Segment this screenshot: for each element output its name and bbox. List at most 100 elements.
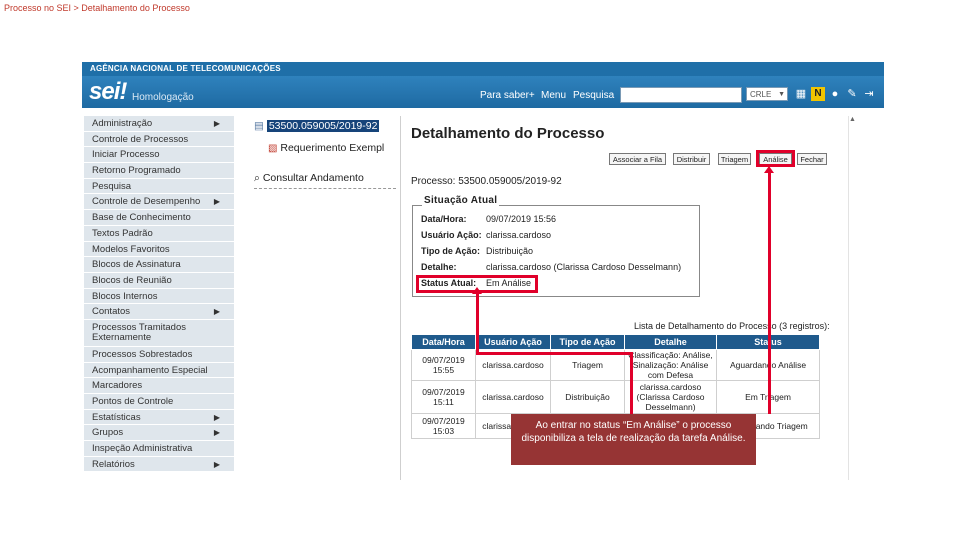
situation-value: clarissa.cardoso (Clarissa Cardoso Desse… <box>486 262 682 272</box>
distribuir-button[interactable]: Distribuir <box>673 153 710 165</box>
table-row: 09/07/2019 15:11 clarissa.cardoso Distri… <box>411 380 820 414</box>
situation-key: Detalhe: <box>421 262 457 272</box>
sidebar-item-label: Estatísticas <box>92 411 141 423</box>
sidebar-item-grupos[interactable]: Grupos ▶ <box>84 425 234 442</box>
process-label: Processo: <box>411 176 456 187</box>
sidebar-item-inspecao[interactable]: Inspeção Administrativa <box>84 441 234 457</box>
sidebar-item-pontos-controle[interactable]: Pontos de Controle <box>84 394 234 410</box>
sidebar-item-processos-tramitados[interactable]: Processos Tramitados Externamente <box>84 319 234 347</box>
tree-document-node[interactable]: ▧ Requerimento Exempl <box>254 142 396 164</box>
slide-title: Processo no SEI > Detalhamento do Proces… <box>4 3 190 13</box>
sidebar-item-label: Grupos <box>92 427 124 439</box>
tools-icon[interactable]: ✎ <box>845 87 859 101</box>
situation-key: Usuário Ação: <box>421 230 482 240</box>
sidebar-item-iniciar-processo[interactable]: Iniciar Processo <box>84 147 234 164</box>
sidebar-item-acompanhamento-especial[interactable]: Acompanhamento Especial <box>84 362 234 379</box>
list-caption: Lista de Detalhamento do Processo (3 reg… <box>634 321 830 331</box>
content-scrollbar[interactable] <box>848 116 859 480</box>
tree-consult-node[interactable]: ⌕ Consultar Andamento <box>254 172 396 194</box>
tree-consult-label[interactable]: Consultar Andamento <box>263 172 364 184</box>
sidebar-item-label: Controle de Processos <box>92 133 189 145</box>
sidebar-item-label: Blocos de Reunião <box>92 274 172 286</box>
sidebar-menu: Administração ▶ Controle de Processos Ini… <box>84 116 234 473</box>
column-header: Tipo de Ação <box>550 334 625 350</box>
tree-process-node[interactable]: ▤ 53500.059005/2019-92 <box>254 120 396 142</box>
associar-fila-button[interactable]: Associar a Fila <box>609 153 666 165</box>
column-header: Detalhe <box>624 334 717 350</box>
agency-name: AGÊNCIA NACIONAL DE TELECOMUNICAÇÕES <box>90 64 281 73</box>
sidebar-item-contatos[interactable]: Contatos ▶ <box>84 304 234 320</box>
arrow-up-icon <box>764 166 774 173</box>
pdf-document-icon: ▧ <box>268 143 278 154</box>
sidebar-item-processos-sobrestados[interactable]: Processos Sobrestados <box>84 346 234 363</box>
sidebar-item-base-conhecimento[interactable]: Base de Conhecimento <box>84 210 234 226</box>
sidebar-item-controle-processos[interactable]: Controle de Processos <box>84 131 234 148</box>
sidebar-item-label: Retorno Programado <box>92 165 181 177</box>
sidebar-item-label: Processos Tramitados Externamente <box>92 321 186 343</box>
search-input[interactable] <box>620 87 742 103</box>
sidebar-item-label: Controle de Desempenho <box>92 196 201 208</box>
grid-icon[interactable]: ▦ <box>794 87 808 101</box>
sidebar-item-label: Blocos Internos <box>92 290 158 302</box>
table-cell: clarissa.cardoso (Clarissa Cardoso Desse… <box>624 380 717 414</box>
sidebar-item-blocos-assinatura[interactable]: Blocos de Assinatura <box>84 257 234 273</box>
notification-icon[interactable]: N <box>811 87 825 101</box>
situation-key: Data/Hora: <box>421 214 467 224</box>
fechar-button[interactable]: Fechar <box>797 153 827 165</box>
sidebar-item-label: Blocos de Assinatura <box>92 259 181 271</box>
user-icon[interactable]: ● <box>828 87 842 101</box>
exit-icon[interactable]: ⇥ <box>862 87 876 101</box>
table-cell: Classificação: Análise, Sinalização: Aná… <box>624 349 717 381</box>
connector-line-down <box>630 352 633 414</box>
table-cell: Distribuição <box>550 380 625 414</box>
org-unit-select[interactable]: CRLE ▼ <box>746 87 788 101</box>
chevron-right-icon: ▶ <box>213 119 220 128</box>
org-unit-value: CRLE <box>750 90 772 99</box>
table-cell: 09/07/2019 15:55 <box>411 349 476 381</box>
sidebar-item-label: Pesquisa <box>92 180 132 192</box>
agency-band: AGÊNCIA NACIONAL DE TELECOMUNICAÇÕES <box>82 62 884 76</box>
link-pesquisa[interactable]: Pesquisa <box>573 90 614 101</box>
chevron-right-icon: ▶ <box>213 197 220 207</box>
sidebar-item-marcadores[interactable]: Marcadores <box>84 378 234 394</box>
sidebar-item-blocos-internos[interactable]: Blocos Internos <box>84 288 234 305</box>
sidebar-item-label: Modelos Favoritos <box>92 243 170 255</box>
sidebar-item-pesquisa[interactable]: Pesquisa <box>84 178 234 195</box>
triagem-button[interactable]: Triagem <box>718 153 751 165</box>
arrow-up-icon <box>472 287 482 294</box>
table-cell: clarissa.cardoso <box>475 380 551 414</box>
sidebar-item-label: Acompanhamento Especial <box>92 364 208 376</box>
page-title: Detalhamento do Processo <box>411 125 605 142</box>
connector-line-horizontal <box>476 352 633 355</box>
situation-value: clarissa.cardoso <box>486 230 552 240</box>
tree-process-number[interactable]: 53500.059005/2019-92 <box>266 120 380 132</box>
folder-icon: ▤ <box>254 120 264 132</box>
analise-button-highlight <box>756 150 795 167</box>
sidebar-item-label: Administração <box>92 118 153 129</box>
sidebar-item-controle-desempenho[interactable]: Controle de Desempenho ▶ <box>84 194 234 211</box>
magnifier-icon: ⌕ <box>254 172 260 184</box>
process-tree: ▤ 53500.059005/2019-92 ▧ Requerimento Ex… <box>254 120 396 194</box>
tree-document-label[interactable]: Requerimento Exempl <box>280 142 384 154</box>
column-header: Data/Hora <box>411 334 476 350</box>
sidebar-item-blocos-reuniao[interactable]: Blocos de Reunião <box>84 272 234 289</box>
link-para-saber[interactable]: Para saber+ <box>480 90 535 101</box>
sidebar-item-label: Iniciar Processo <box>92 149 160 161</box>
sidebar-item-retorno-programado[interactable]: Retorno Programado <box>84 163 234 179</box>
scroll-up-icon[interactable]: ▲ <box>849 116 856 123</box>
connector-line-status <box>476 293 479 355</box>
link-menu[interactable]: Menu <box>541 90 566 101</box>
table-cell: 09/07/2019 15:03 <box>411 413 476 439</box>
sidebar-item-estatisticas[interactable]: Estatísticas ▶ <box>84 409 234 426</box>
annotation-callout: Ao entrar no status “Em Análise” o proce… <box>511 414 756 465</box>
situation-legend: Situação Atual <box>422 195 500 206</box>
sidebar-item-textos-padrao[interactable]: Textos Padrão <box>84 225 234 242</box>
sei-screenshot: AGÊNCIA NACIONAL DE TELECOMUNICAÇÕES sei… <box>82 62 884 480</box>
sidebar-item-administracao[interactable]: Administração ▶ <box>84 116 234 132</box>
sidebar-item-relatorios[interactable]: Relatórios ▶ <box>84 456 234 473</box>
chevron-right-icon: ▶ <box>213 459 220 469</box>
sei-logo[interactable]: sei! <box>89 78 127 106</box>
table-header-row: Data/Hora Usuário Ação Tipo de Ação Deta… <box>411 334 820 350</box>
sidebar-item-label: Contatos <box>92 306 131 318</box>
sidebar-item-modelos-favoritos[interactable]: Modelos Favoritos <box>84 241 234 258</box>
